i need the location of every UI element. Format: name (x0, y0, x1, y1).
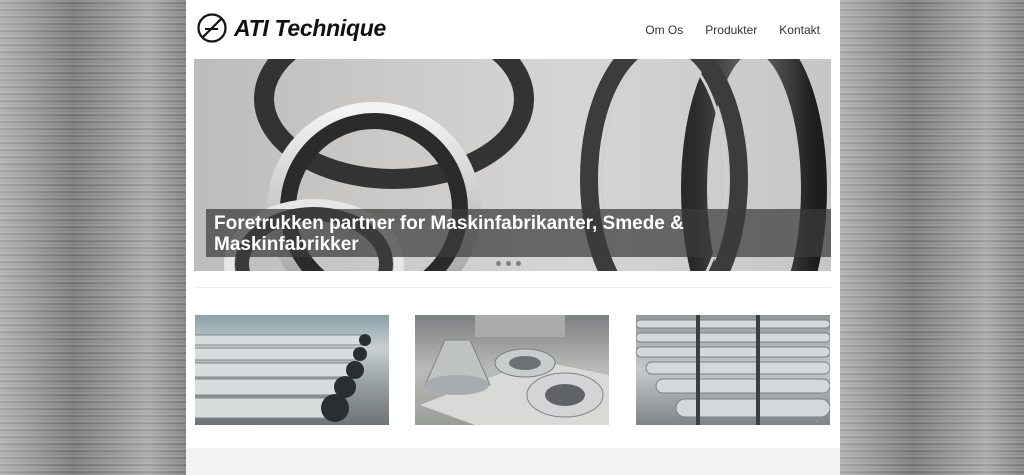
site-header: ATI Technique Om Os Produkter Kontakt (186, 0, 840, 58)
slider-pagination (496, 261, 521, 266)
nav-item-kontakt[interactable]: Kontakt (779, 23, 820, 37)
section-divider (194, 287, 831, 288)
rollers-illustration (195, 334, 371, 422)
slider-dot-3[interactable] (516, 261, 521, 266)
slider-dot-2[interactable] (506, 261, 511, 266)
circle-slash-logo-icon (197, 13, 227, 43)
hero-caption-box: Foretrukken partner for Maskinfabrikante… (206, 209, 831, 257)
brushed-steel-background-right (840, 0, 1024, 475)
brand-logo-link[interactable]: ATI Technique (196, 12, 386, 44)
nav-item-produkter[interactable]: Produkter (705, 23, 757, 37)
shafts-illustration (636, 315, 830, 425)
brand-name: ATI Technique (234, 14, 386, 41)
brushed-steel-background-left (0, 0, 186, 475)
slider-dot-1[interactable] (496, 261, 501, 266)
forged-rings-photo[interactable] (415, 315, 609, 425)
footer-band (186, 448, 840, 475)
hero-caption: Foretrukken partner for Maskinfabrikante… (214, 213, 684, 255)
rings-illustration (420, 315, 609, 425)
steel-rollers-photo[interactable] (195, 315, 389, 425)
page-container: ATI Technique Om Os Produkter Kontakt Fo… (186, 0, 840, 475)
nav-item-om-os[interactable]: Om Os (645, 23, 683, 37)
forged-shafts-photo[interactable] (636, 315, 830, 425)
hero-slider[interactable]: Foretrukken partner for Maskinfabrikante… (194, 59, 831, 271)
main-nav: Om Os Produkter Kontakt (623, 23, 820, 37)
